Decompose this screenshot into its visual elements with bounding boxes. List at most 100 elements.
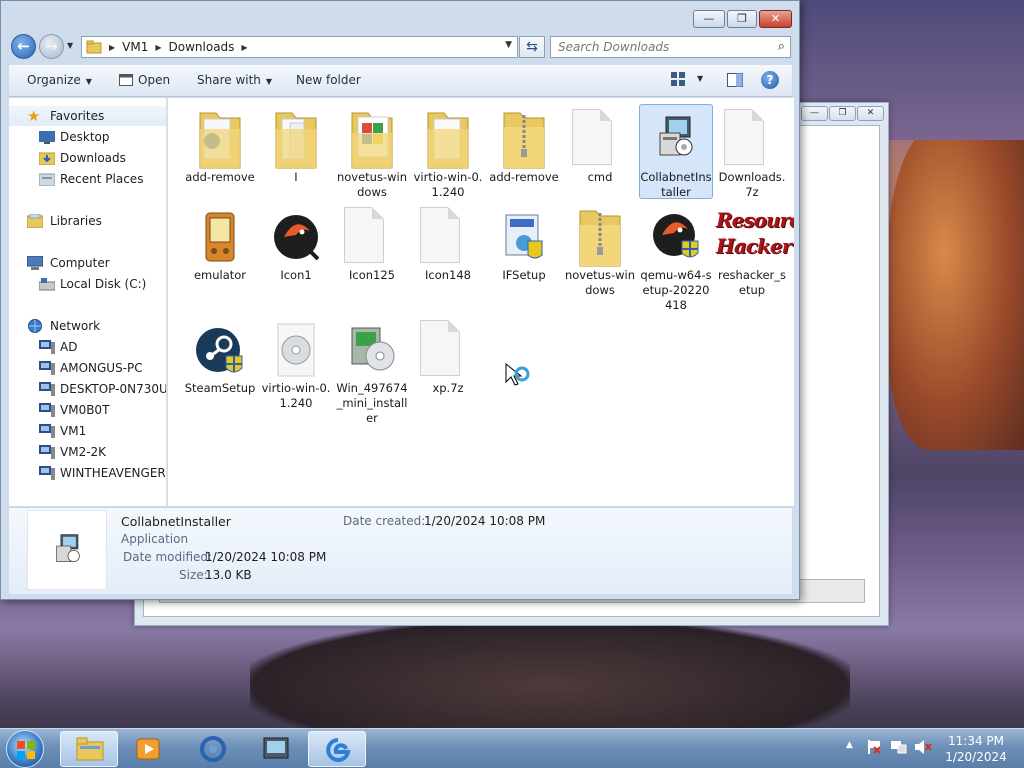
file-item-selected[interactable]: CollabnetInstaller xyxy=(639,104,713,199)
close-button[interactable]: ✕ xyxy=(759,10,792,28)
bg-minimize-button[interactable]: — xyxy=(801,106,828,121)
nav-label: DESKTOP-0N730U6 xyxy=(60,382,167,396)
nav-label: VM2-2K xyxy=(60,445,107,459)
nav-downloads[interactable]: Downloads xyxy=(9,148,166,168)
file-item[interactable]: virtio-win-0.1.240 xyxy=(411,104,485,199)
file-item[interactable]: I xyxy=(259,104,333,199)
nav-recent-places[interactable]: Recent Places xyxy=(9,169,166,189)
file-item[interactable]: add-remove xyxy=(487,104,561,199)
nav-host-wintheavengers[interactable]: WINTHEAVENGERS xyxy=(9,463,166,483)
file-item[interactable]: qemu-w64-setup-20220418 xyxy=(639,202,713,312)
clock[interactable]: 11:34 PM 1/20/2024 xyxy=(936,733,1016,765)
taskbar-edge[interactable] xyxy=(308,731,366,767)
help-icon[interactable]: ? xyxy=(761,71,779,89)
change-view-button[interactable] xyxy=(671,72,685,89)
zip-folder-icon xyxy=(579,210,621,267)
preview-pane-button[interactable] xyxy=(727,73,743,90)
show-hidden-icons-button[interactable]: ▲ xyxy=(846,740,853,750)
explorer-window[interactable]: — ❐ ✕ ← → ▼ ▶ VM1 ▶ Downloads ▶ ▼ ⇆ Sear… xyxy=(0,0,800,600)
taskbar-explorer[interactable] xyxy=(60,731,118,767)
nav-local-disk[interactable]: Local Disk (C:) xyxy=(9,274,166,294)
network-status-icon[interactable] xyxy=(890,739,908,758)
nav-host-ad[interactable]: AD xyxy=(9,337,166,357)
installer-disc-icon xyxy=(351,327,395,371)
nav-label: VM0B0T xyxy=(60,403,110,417)
volume-icon[interactable] xyxy=(914,739,932,758)
file-label: Icon125 xyxy=(349,268,395,282)
breadcrumb-downloads[interactable]: Downloads xyxy=(169,40,235,54)
file-item[interactable]: cmd xyxy=(563,104,637,199)
folder-icon xyxy=(275,112,317,169)
nav-host-vm1[interactable]: VM1 xyxy=(9,421,166,441)
new-folder-button[interactable]: New folder xyxy=(296,73,361,87)
file-item[interactable]: ResourceHacker reshacker_setup xyxy=(715,202,794,297)
file-item[interactable]: Icon1 xyxy=(259,202,333,297)
file-item[interactable]: add-remove xyxy=(183,104,257,199)
address-dropdown-icon[interactable]: ▼ xyxy=(505,40,512,50)
desktop-icon xyxy=(39,131,55,144)
clock-date: 1/20/2024 xyxy=(945,750,1007,764)
back-button[interactable]: ← xyxy=(11,34,36,59)
file-item[interactable]: virtio-win-0.1.240 xyxy=(259,315,333,410)
file-item[interactable]: IFSetup xyxy=(487,202,561,297)
forward-button[interactable]: → xyxy=(39,34,64,59)
file-label: SteamSetup xyxy=(184,381,256,395)
file-label: add-remove xyxy=(489,170,559,184)
view-dropdown-icon[interactable]: ▼ xyxy=(697,74,703,83)
nav-label: VM1 xyxy=(60,424,87,438)
taskbar-installer[interactable] xyxy=(246,731,304,767)
chevron-right-icon[interactable]: ▶ xyxy=(241,43,247,52)
file-item[interactable]: SteamSetup xyxy=(183,315,257,410)
edge-icon xyxy=(326,738,351,762)
action-center-icon[interactable] xyxy=(866,739,882,758)
file-item[interactable]: emulator xyxy=(183,202,257,297)
refresh-button[interactable]: ⇆ xyxy=(519,36,545,58)
installer-icon xyxy=(56,534,80,562)
zip-folder-icon xyxy=(503,112,545,169)
address-bar[interactable]: ▶ VM1 ▶ Downloads ▶ ▼ xyxy=(81,36,518,58)
file-label: IFSetup xyxy=(502,268,546,282)
file-item[interactable]: Icon148 xyxy=(411,202,485,297)
breadcrumb-vm1[interactable]: VM1 xyxy=(122,40,148,54)
maximize-button[interactable]: ❐ xyxy=(727,10,757,28)
taskbar-media-player[interactable] xyxy=(120,731,178,767)
taskbar-browser[interactable] xyxy=(184,731,242,767)
file-list[interactable]: add-remove I novetus-windows virtio-win-… xyxy=(168,98,794,506)
file-item[interactable]: Win_497674_mini_installer xyxy=(335,315,409,425)
file-item[interactable]: Icon125 xyxy=(335,202,409,297)
file-item[interactable]: xp.7z xyxy=(411,315,485,410)
minimize-button[interactable]: — xyxy=(693,10,725,28)
search-input[interactable]: Search Downloads ⌕ xyxy=(550,36,791,58)
blank-file-icon xyxy=(420,320,460,376)
chevron-right-icon[interactable]: ▶ xyxy=(155,43,161,52)
organize-button[interactable]: Organize ▼ xyxy=(27,73,92,87)
network-icon xyxy=(28,319,42,333)
nav-network[interactable]: Network xyxy=(9,316,166,336)
nav-favorites[interactable]: ★ Favorites xyxy=(9,106,166,126)
file-item[interactable]: Downloads.7z xyxy=(715,104,789,199)
nav-host-desktop[interactable]: DESKTOP-0N730U6 xyxy=(9,379,167,399)
file-item[interactable]: novetus-windows xyxy=(335,104,409,199)
open-button[interactable]: Open xyxy=(119,73,170,87)
bg-close-button[interactable]: ✕ xyxy=(857,106,884,121)
speaker-muted-icon xyxy=(915,740,932,754)
nav-desktop[interactable]: Desktop xyxy=(9,127,166,147)
file-label: reshacker_setup xyxy=(718,268,786,297)
details-file-type: Application xyxy=(121,532,189,546)
search-icon[interactable]: ⌕ xyxy=(778,37,785,57)
file-label: CollabnetInstaller xyxy=(640,170,712,199)
folder-icon xyxy=(86,40,102,54)
file-label: xp.7z xyxy=(432,381,464,395)
file-label: novetus-windows xyxy=(336,170,408,199)
open-label: Open xyxy=(138,73,171,87)
share-with-button[interactable]: Share with ▼ xyxy=(197,73,272,87)
nav-computer[interactable]: Computer xyxy=(9,253,166,273)
nav-host-amongus-pc[interactable]: AMONGUS-PC xyxy=(9,358,166,378)
nav-host-vm0b0t[interactable]: VM0B0T xyxy=(9,400,166,420)
file-item[interactable]: novetus-windows xyxy=(563,202,637,297)
start-button[interactable] xyxy=(6,730,44,768)
bg-maximize-button[interactable]: ❐ xyxy=(829,106,856,121)
nav-libraries[interactable]: Libraries xyxy=(9,211,166,231)
nav-host-vm2-2k[interactable]: VM2-2K xyxy=(9,442,166,462)
recent-pages-dropdown[interactable]: ▼ xyxy=(67,41,73,50)
